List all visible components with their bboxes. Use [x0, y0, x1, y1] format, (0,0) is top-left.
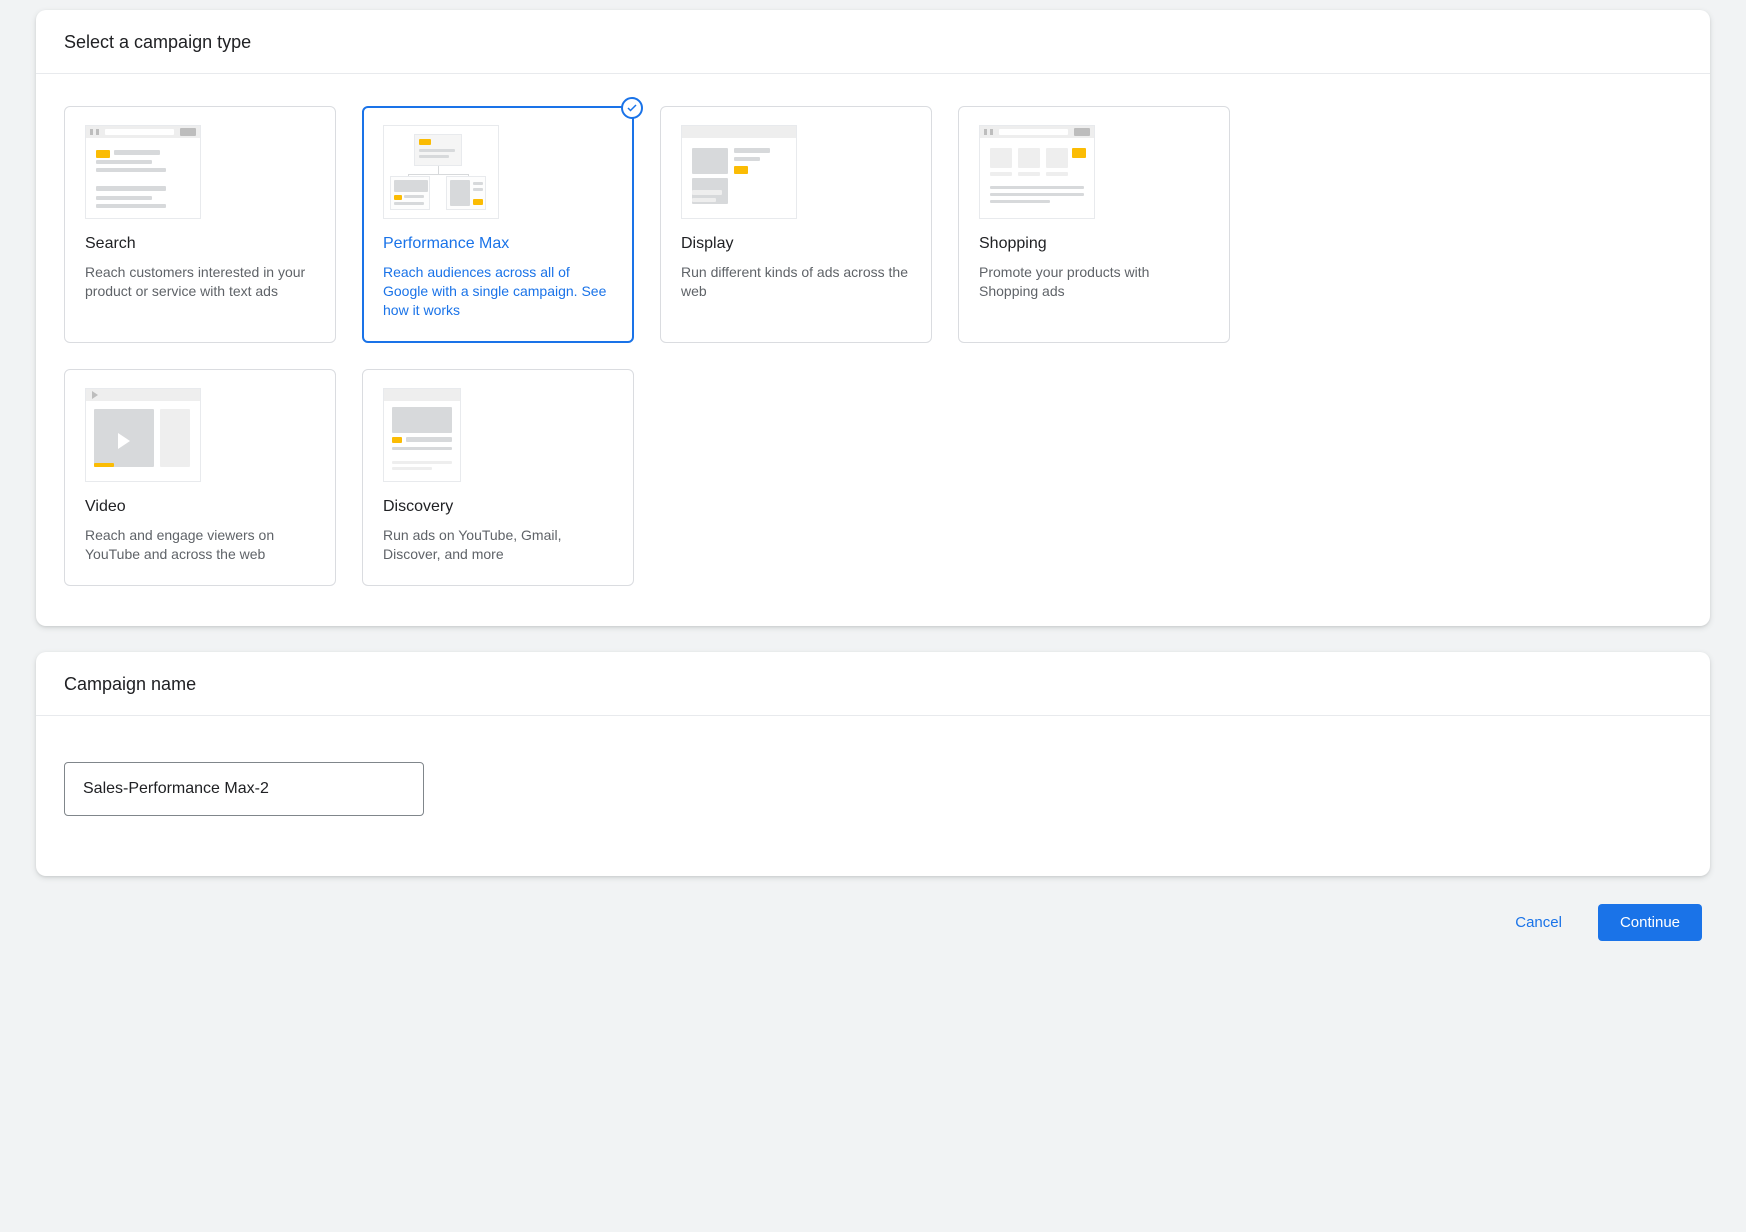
campaign-card-discovery[interactable]: Discovery Run ads on YouTube, Gmail, Dis…	[362, 369, 634, 587]
card-desc-text: Reach audiences across all of Google wit…	[383, 264, 581, 299]
search-thumbnail	[85, 125, 201, 219]
campaign-name-heading: Campaign name	[36, 652, 1710, 716]
card-desc: Reach audiences across all of Google wit…	[383, 263, 613, 320]
card-title: Display	[681, 235, 911, 253]
card-desc: Reach customers interested in your produ…	[85, 263, 315, 301]
campaign-type-grid: Search Reach customers interested in you…	[36, 74, 1710, 626]
card-title: Performance Max	[383, 235, 613, 253]
card-desc: Run ads on YouTube, Gmail, Discover, and…	[383, 526, 613, 564]
pmax-thumbnail	[383, 125, 499, 219]
campaign-card-display[interactable]: Display Run different kinds of ads acros…	[660, 106, 932, 343]
card-title: Shopping	[979, 235, 1209, 253]
card-desc: Reach and engage viewers on YouTube and …	[85, 526, 315, 564]
video-thumbnail	[85, 388, 201, 482]
campaign-card-video[interactable]: Video Reach and engage viewers on YouTub…	[64, 369, 336, 587]
card-title: Discovery	[383, 498, 613, 516]
discovery-thumbnail	[383, 388, 461, 482]
campaign-type-heading: Select a campaign type	[36, 10, 1710, 74]
cancel-button[interactable]: Cancel	[1493, 904, 1584, 941]
campaign-card-search[interactable]: Search Reach customers interested in you…	[64, 106, 336, 343]
campaign-card-performance-max[interactable]: Performance Max Reach audiences across a…	[362, 106, 634, 343]
continue-button[interactable]: Continue	[1598, 904, 1702, 941]
check-icon	[621, 97, 643, 119]
display-thumbnail	[681, 125, 797, 219]
card-desc: Run different kinds of ads across the we…	[681, 263, 911, 301]
shopping-thumbnail	[979, 125, 1095, 219]
campaign-name-panel: Campaign name	[36, 652, 1710, 876]
action-bar: Cancel Continue	[36, 876, 1710, 951]
campaign-name-input[interactable]	[64, 762, 424, 816]
campaign-card-shopping[interactable]: Shopping Promote your products with Shop…	[958, 106, 1230, 343]
campaign-type-panel: Select a campaign type Search Reach cust…	[36, 10, 1710, 626]
card-title: Video	[85, 498, 315, 516]
card-title: Search	[85, 235, 315, 253]
card-desc: Promote your products with Shopping ads	[979, 263, 1209, 301]
